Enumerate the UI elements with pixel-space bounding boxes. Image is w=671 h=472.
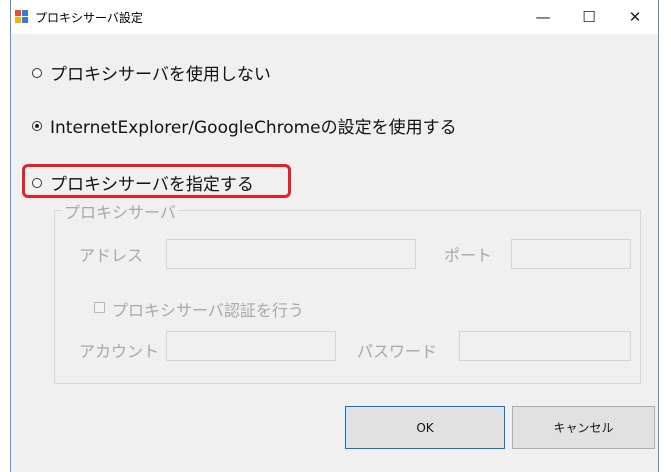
radio-circle-icon[interactable]	[32, 177, 42, 188]
proxy-settings-dialog: プロキシサーバ設定 — ☐ ✕ プロキシサーバを使用しない InternetEx…	[10, 0, 659, 472]
radio-specify-label: プロキシサーバを指定する	[50, 175, 254, 195]
radio-specify-proxy[interactable]: プロキシサーバを指定する	[32, 170, 254, 195]
cancel-button[interactable]: キャンセル	[512, 406, 655, 449]
window-controls: — ☐ ✕	[520, 0, 658, 34]
port-label: ポート	[444, 246, 493, 265]
radio-use-browser-settings[interactable]: InternetExplorer/GoogleChromeの設定を使用する	[32, 113, 457, 138]
address-input[interactable]	[166, 239, 416, 269]
password-label: パスワード	[357, 342, 438, 361]
radio-use-browser-label: InternetExplorer/GoogleChromeの設定を使用する	[50, 118, 457, 138]
radio-no-proxy[interactable]: プロキシサーバを使用しない	[32, 60, 271, 85]
port-input[interactable]	[511, 239, 631, 269]
address-label: アドレス	[79, 246, 144, 265]
ok-button[interactable]: OK	[345, 406, 505, 449]
auth-checkbox-label: プロキシサーバ認証を行う	[112, 301, 304, 320]
title-bar[interactable]: プロキシサーバ設定 — ☐ ✕	[11, 0, 658, 34]
proxy-settings-icon	[15, 10, 29, 24]
radio-circle-icon[interactable]	[32, 67, 42, 78]
close-icon[interactable]: ✕	[612, 0, 658, 34]
radio-circle-checked-icon[interactable]	[32, 120, 42, 131]
auth-checkbox[interactable]	[94, 302, 105, 313]
password-input[interactable]	[459, 331, 631, 361]
window-title: プロキシサーバ設定	[35, 10, 143, 25]
maximize-icon[interactable]: ☐	[566, 0, 612, 34]
radio-no-proxy-label: プロキシサーバを使用しない	[50, 65, 271, 85]
account-input[interactable]	[166, 331, 336, 361]
account-label: アカウント	[79, 342, 160, 361]
minimize-icon[interactable]: —	[520, 0, 566, 34]
proxy-group-label: プロキシサーバ	[62, 199, 178, 223]
